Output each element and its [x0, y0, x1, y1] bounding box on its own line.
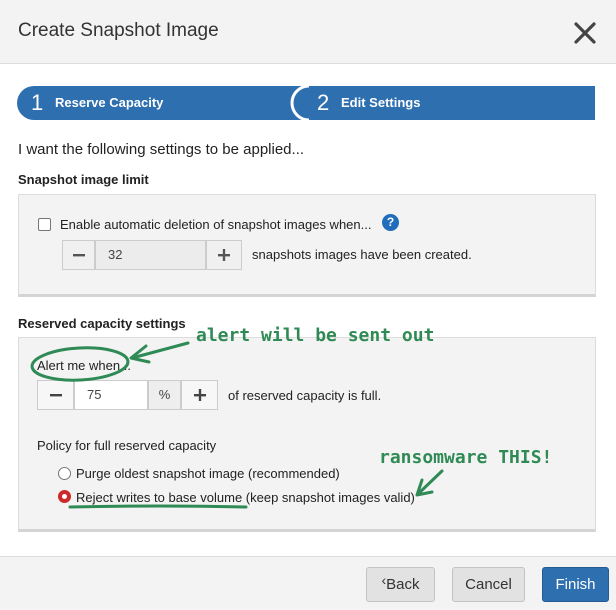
dialog-title: Create Snapshot Image: [18, 20, 219, 41]
reject-writes-label[interactable]: Reject writes to base volume (keep snaps…: [76, 490, 415, 505]
snapshot-limit-input[interactable]: 32: [95, 240, 206, 270]
minus-icon: [72, 254, 85, 257]
annotation-alert: alert will be sent out: [196, 325, 435, 346]
auto-delete-checkbox[interactable]: [38, 218, 51, 231]
wizard-steps: 1 Reserve Capacity 2 Edit Settings: [17, 86, 595, 120]
purge-oldest-label[interactable]: Purge oldest snapshot image (recommended…: [76, 466, 340, 481]
percent-unit: %: [148, 380, 181, 410]
limit-minus-button[interactable]: [62, 240, 95, 270]
close-icon[interactable]: [572, 20, 598, 46]
alert-threshold-input[interactable]: 75: [74, 380, 148, 410]
back-button[interactable]: ‹Back: [366, 567, 435, 602]
cancel-button[interactable]: Cancel: [452, 567, 525, 602]
dialog-footer: ‹Back Cancel Finish: [0, 556, 616, 610]
question-icon[interactable]: ?: [382, 214, 399, 231]
intro-text: I want the following settings to be appl…: [18, 141, 305, 158]
step-1-label: Reserve Capacity: [55, 95, 164, 110]
plus-icon: [218, 249, 230, 261]
chevron-left-icon: ‹: [381, 572, 387, 588]
alert-plus-button[interactable]: [181, 380, 218, 410]
alert-label: Alert me when...: [37, 358, 131, 373]
alert-suffix: of reserved capacity is full.: [228, 388, 382, 403]
limit-plus-button[interactable]: [206, 240, 242, 270]
reserved-capacity-panel: Alert me when... 75 % of reserved capaci…: [18, 337, 596, 532]
auto-delete-label: Enable automatic deletion of snapshot im…: [60, 217, 372, 232]
reject-writes-radio[interactable]: [58, 490, 71, 503]
step-2-number: 2: [317, 90, 330, 115]
snapshot-limit-title: Snapshot image limit: [18, 172, 149, 187]
back-label: Back: [386, 576, 420, 593]
minus-icon: [49, 394, 62, 397]
policy-label: Policy for full reserved capacity: [37, 438, 217, 453]
reserved-capacity-title: Reserved capacity settings: [18, 316, 186, 331]
alert-minus-button[interactable]: [37, 380, 74, 410]
limit-suffix: snapshots images have been created.: [252, 247, 472, 262]
step-1-number: 1: [31, 90, 44, 115]
annotation-ransomware: ransomware THIS!: [379, 447, 553, 468]
dialog-header: Create Snapshot Image: [0, 0, 616, 64]
finish-button[interactable]: Finish: [542, 567, 609, 602]
purge-oldest-radio[interactable]: [58, 467, 71, 480]
step-2-label: Edit Settings: [341, 95, 421, 110]
plus-icon: [193, 389, 206, 401]
snapshot-limit-panel: Enable automatic deletion of snapshot im…: [18, 194, 596, 297]
